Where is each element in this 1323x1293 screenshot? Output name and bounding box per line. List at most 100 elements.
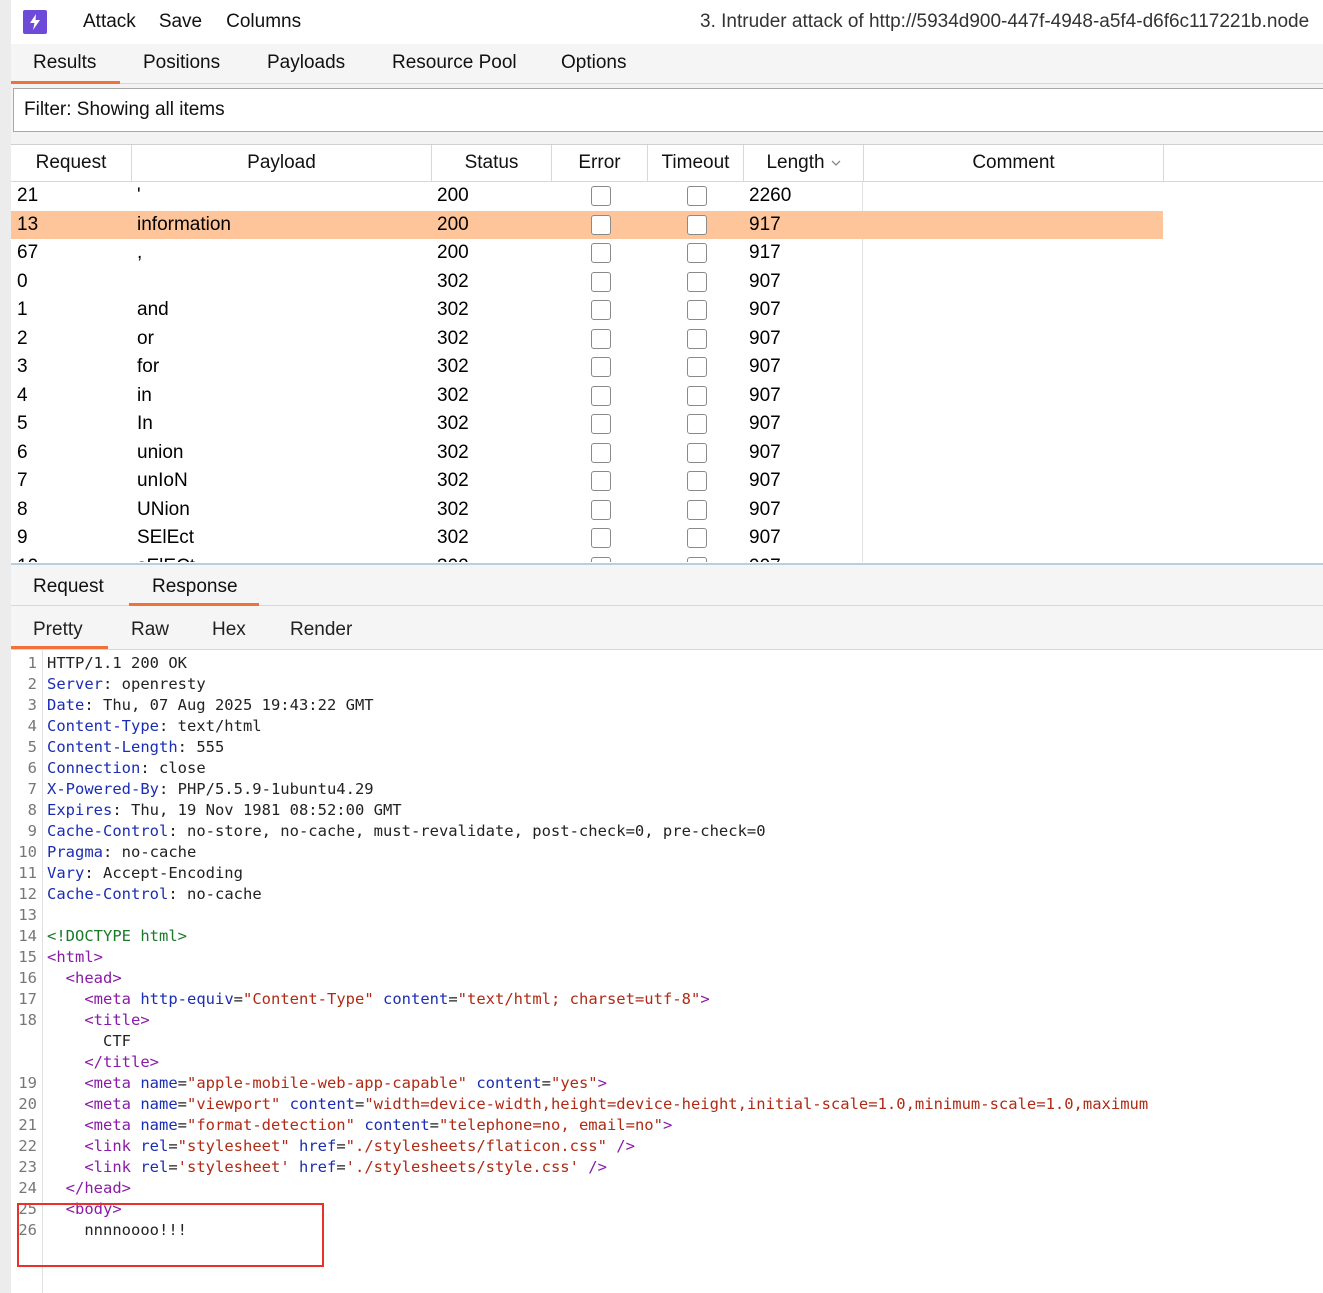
cell-payload: for [137,356,160,377]
tab-raw[interactable]: Raw [131,606,169,649]
table-row[interactable]: 6 union 302 907 [11,439,1163,468]
tab-results[interactable]: Results [11,44,120,84]
line-number: 16 [18,969,37,987]
tab-pretty[interactable]: Pretty [11,606,108,649]
col-header-status[interactable]: Status [432,145,552,182]
cell-length: 907 [749,327,781,349]
table-row[interactable]: 67, 200 917 [11,239,1163,268]
code-line: 21 <meta name="format-detection" content… [11,1115,1323,1136]
line-number: 1 [27,654,37,672]
tab-response[interactable]: Response [129,565,259,606]
table-row[interactable]: 13 information 200 917 [11,210,1163,239]
code-token: <link [84,1158,141,1176]
burp-lightning-icon [23,10,47,34]
col-header-timeout[interactable]: Timeout [648,145,744,182]
code-token: content [476,1074,542,1092]
line-number: 18 [18,1011,37,1029]
tab-render[interactable]: Render [290,606,352,649]
col-header-payload[interactable]: Payload [132,145,432,182]
cell-length: 907 [749,270,781,292]
response-editor[interactable]: 1 HTTP/1.1 200 OK 2 Server: openresty 3 Date:… [11,650,1323,1293]
cell-status: 302 [437,270,469,292]
table-row[interactable]: 7 unIoN 302 907 [11,467,1163,496]
code-line: 22 <link rel="stylesheet" href="./styles… [11,1136,1323,1157]
code-token: = [336,1158,346,1176]
cell-length: 907 [749,356,781,377]
table-row[interactable]: 8 UNion 302 907 [11,496,1163,525]
code-line: 19 <meta name="apple-mobile-web-app-capa… [11,1073,1323,1094]
cell-payload: information [137,213,231,235]
code-line: 18 <title> [11,1010,1323,1031]
table-row[interactable]: 21 ' 200 2260 [11,182,1163,211]
code-token: <meta [84,1116,141,1134]
code-token: Date [47,696,85,714]
error-checkbox [591,271,611,292]
timeout-checkbox [687,300,707,320]
code-token: > [662,1116,673,1134]
tab-resource-pool[interactable]: Resource Pool [392,44,517,84]
cell-status: 302 [437,356,469,377]
col-header-request[interactable]: Request [11,145,132,182]
code-token: "viewport" [187,1095,281,1113]
table-row[interactable]: 4 in 302 907 [11,382,1163,411]
tab-options-label: Options [561,52,627,73]
code-token: name [140,1116,178,1134]
code-token: <meta [84,990,141,1008]
cell-length: 907 [749,441,781,463]
filter-bar[interactable]: Filter: Showing all items [13,88,1323,132]
code-token: <title> [84,1011,150,1029]
table-row[interactable]: 9 SElEct 302 907 [11,524,1163,553]
cell-status: 302 [437,553,469,563]
code-text: </title> [47,1052,159,1073]
menu-columns[interactable]: Columns [226,11,301,33]
line-number: 6 [27,759,37,777]
code-line: </title> [11,1052,1323,1073]
table-row[interactable]: 10 sElECt 302 907 [11,553,1163,563]
message-tab-bar: Request Response [11,563,1323,606]
code-token: = [448,990,458,1008]
col-header-comment[interactable]: Comment [864,145,1164,182]
code-line: 3 Date: Thu, 07 Aug 2025 19:43:22 GMT [11,695,1323,716]
cell-request: 2 [17,327,28,349]
line-number: 10 [18,843,37,861]
col-header-error[interactable]: Error [552,145,648,182]
table-row[interactable]: 0 302 907 [11,268,1163,297]
menu-save[interactable]: Save [159,11,202,33]
code-token: Content-Type [47,717,159,735]
tab-options[interactable]: Options [561,44,626,84]
code-line: 4 Content-Type: text/html [11,716,1323,737]
tab-request[interactable]: Request [33,565,104,606]
code-text: Content-Length: 555 [47,737,224,758]
tab-payloads[interactable]: Payloads [267,44,345,84]
table-row[interactable]: 1 and 302 907 [11,296,1163,325]
table-row[interactable]: 5 In 302 907 [11,410,1163,439]
cell-status: 302 [437,384,469,406]
code-token: = [541,1074,551,1092]
code-token: = [177,1074,187,1092]
window-left-edge [0,0,11,1293]
code-token: : no-cache [168,885,262,903]
col-header-length[interactable]: Length [744,145,864,182]
code-token: href [299,1137,337,1155]
code-token: = [177,1095,187,1113]
cell-request: 3 [17,356,28,377]
error-checkbox [591,556,611,562]
tab-positions[interactable]: Positions [143,44,220,84]
code-text: <html> [47,947,103,968]
code-text: HTTP/1.1 200 OK [47,653,187,674]
cell-status: 200 [437,185,469,206]
tab-request-label: Request [33,576,104,597]
code-text: <head> [47,968,122,989]
tab-hex[interactable]: Hex [212,606,246,649]
menu-attack[interactable]: Attack [83,11,136,33]
code-line: 8 Expires: Thu, 19 Nov 1981 08:52:00 GMT [11,800,1323,821]
table-row[interactable]: 3 for 302 907 [11,353,1163,382]
code-text: Server: openresty [47,674,206,695]
error-checkbox [591,471,611,491]
table-row[interactable]: 2 or 302 907 [11,325,1163,354]
